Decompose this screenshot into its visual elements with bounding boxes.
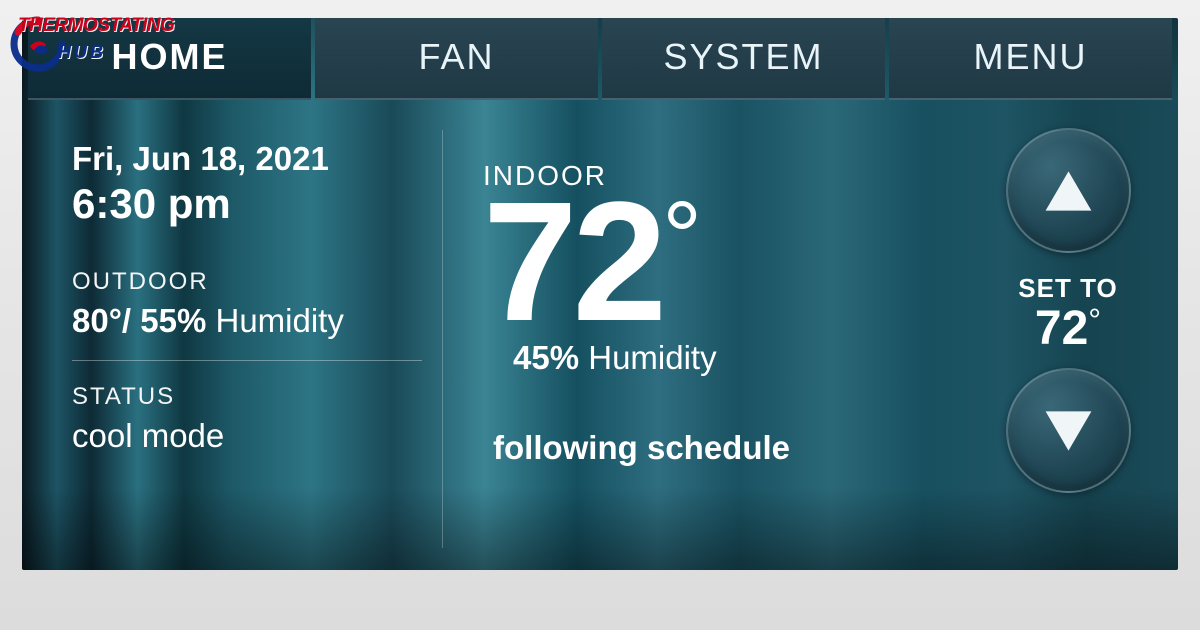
schedule-status: following schedule (493, 429, 978, 467)
current-date: Fri, Jun 18, 2021 (72, 140, 422, 178)
setpoint-temp: 72° (1018, 304, 1117, 354)
temp-up-button[interactable] (1006, 128, 1131, 253)
temp-down-button[interactable] (1006, 368, 1131, 493)
setpoint-degree: ° (1088, 302, 1101, 338)
current-time: 6:30 pm (72, 180, 422, 228)
outdoor-temp: 80° (72, 302, 122, 339)
watermark-line1: THERMOSTATING (18, 15, 174, 37)
degree-symbol: ° (662, 181, 702, 293)
arrow-down-icon (1041, 407, 1096, 455)
outdoor-humidity-word: Humidity (206, 302, 344, 339)
nav-tabs: HOME FAN SYSTEM MENU (22, 18, 1178, 100)
center-column: INDOOR 72° 45% Humidity following schedu… (442, 130, 988, 548)
thermostat-device-frame: THERMOSTATING HUB HOME FAN SYSTEM MENU F… (0, 0, 1200, 630)
outdoor-label: OUTDOOR (72, 268, 422, 296)
tab-fan[interactable]: FAN (315, 18, 598, 100)
outdoor-humidity-value: 55% (140, 302, 206, 339)
arrow-up-icon (1041, 167, 1096, 215)
tab-system[interactable]: SYSTEM (602, 18, 885, 100)
setpoint-label: SET TO (1018, 273, 1117, 304)
right-column: SET TO 72° (988, 100, 1178, 570)
watermark-line2: HUB (58, 42, 106, 63)
outdoor-separator: / (122, 302, 140, 339)
setpoint-value: 72 (1035, 302, 1088, 355)
main-content: Fri, Jun 18, 2021 6:30 pm OUTDOOR 80°/ 5… (22, 100, 1178, 570)
outdoor-reading: 80°/ 55% Humidity (72, 302, 422, 340)
thermostat-screen: HOME FAN SYSTEM MENU Fri, Jun 18, 2021 6… (22, 18, 1178, 570)
left-column: Fri, Jun 18, 2021 6:30 pm OUTDOOR 80°/ 5… (22, 100, 442, 570)
setpoint-display: SET TO 72° (1018, 273, 1117, 354)
tab-menu[interactable]: MENU (889, 18, 1172, 100)
status-value: cool mode (72, 417, 422, 455)
indoor-temperature: 72° (483, 182, 978, 344)
status-label: STATUS (72, 383, 422, 411)
divider-line (72, 360, 422, 361)
indoor-temp-value: 72 (483, 167, 662, 357)
